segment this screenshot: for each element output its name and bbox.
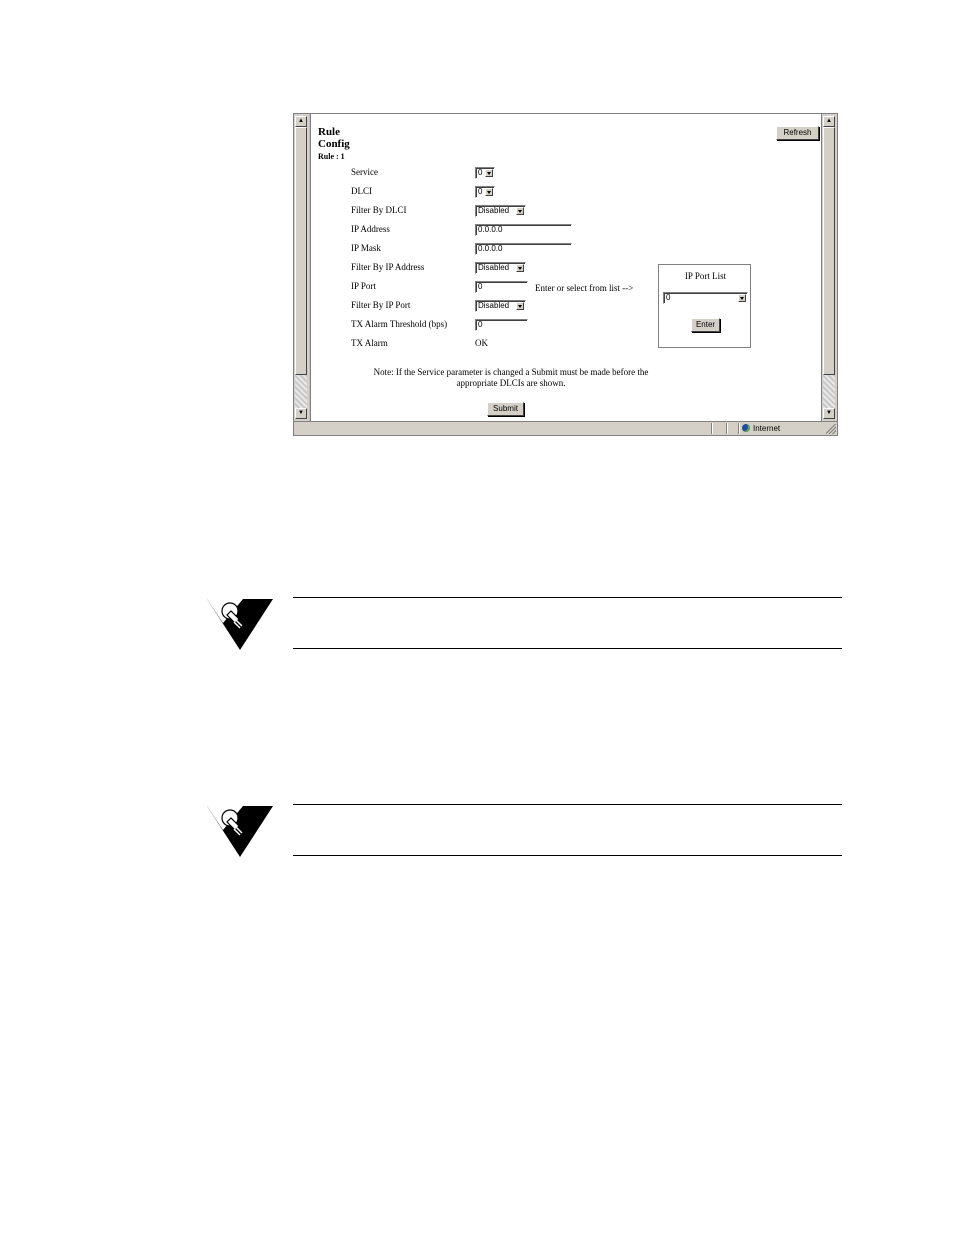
scroll-down-arrow-icon[interactable]: ▼ (295, 408, 307, 419)
dlci-select[interactable]: 0 (475, 186, 495, 198)
dlci-label: DLCI (351, 186, 372, 196)
scroll-thumb[interactable] (823, 127, 835, 375)
divider-line (293, 597, 842, 598)
filter-ip-port-value: Disabled (478, 301, 510, 310)
filter-ip-port-label: Filter By IP Port (351, 300, 411, 310)
tx-alarm-label: TX Alarm (351, 338, 388, 348)
status-divider (726, 423, 727, 434)
ip-port-list-select[interactable]: 0 (663, 292, 748, 304)
title-line: Config (318, 138, 350, 150)
filter-ip-port-select[interactable]: Disabled (475, 300, 526, 312)
divider-line (293, 804, 842, 805)
chevron-down-icon[interactable] (516, 207, 524, 215)
chevron-down-icon[interactable] (485, 169, 493, 177)
chevron-down-icon[interactable] (738, 294, 746, 302)
rule-id-label: Rule : 1 (318, 152, 345, 161)
service-label: Service (351, 167, 378, 177)
page-title: Rule Config (318, 126, 350, 150)
chevron-down-icon[interactable] (485, 188, 493, 196)
ip-mask-input[interactable]: 0.0.0.0 (475, 243, 572, 255)
status-bar: Internet (294, 421, 837, 435)
scroll-up-arrow-icon[interactable]: ▲ (823, 116, 835, 127)
scroll-track[interactable] (823, 375, 835, 408)
refresh-button[interactable]: Refresh (776, 126, 819, 140)
note-line: Note: If the Service parameter is change… (373, 367, 649, 377)
tx-threshold-label: TX Alarm Threshold (bps) (351, 319, 448, 329)
zone-label: Internet (753, 424, 781, 433)
lightbulb-icon (207, 806, 273, 857)
right-scrollbar[interactable]: ▲ ▼ (822, 114, 837, 421)
page-content: Rule Config Rule : 1 Refresh Service 0 D… (310, 114, 822, 421)
ip-address-label: IP Address (351, 224, 390, 234)
ip-port-list-value: 0 (666, 293, 671, 302)
ip-port-list-title: IP Port List (684, 271, 727, 281)
status-divider (738, 423, 739, 434)
filter-dlci-value: Disabled (478, 206, 510, 215)
ip-address-input[interactable]: 0.0.0.0 (475, 224, 572, 236)
ip-port-input[interactable]: 0 (475, 281, 528, 293)
filter-ip-address-label: Filter By IP Address (351, 262, 425, 272)
enter-button[interactable]: Enter (691, 318, 720, 332)
service-value: 0 (478, 168, 483, 177)
title-line: Rule (318, 126, 340, 138)
browser-window: ▲ ▼ Rule Config Rule : 1 Refresh Service… (293, 113, 838, 436)
ip-port-hint: Enter or select from list --> (535, 283, 634, 293)
scroll-track[interactable] (295, 375, 307, 408)
filter-dlci-select[interactable]: Disabled (475, 205, 526, 217)
filter-ip-address-select[interactable]: Disabled (475, 262, 526, 274)
ip-port-label: IP Port (351, 281, 376, 291)
scroll-up-arrow-icon[interactable]: ▲ (295, 116, 307, 127)
service-select[interactable]: 0 (475, 167, 495, 179)
scroll-thumb[interactable] (295, 127, 307, 375)
filter-ip-address-value: Disabled (478, 263, 510, 272)
submit-button[interactable]: Submit (487, 402, 524, 416)
tx-alarm-value: OK (475, 338, 488, 348)
ip-port-list-panel: IP Port List 0 Enter (658, 264, 751, 348)
scroll-down-arrow-icon[interactable]: ▼ (823, 408, 835, 419)
divider-line (293, 855, 842, 856)
resize-grip-icon[interactable] (826, 424, 836, 434)
service-note: Note: If the Service parameter is change… (331, 367, 691, 389)
dlci-value: 0 (478, 187, 483, 196)
tx-threshold-input[interactable]: 0 (475, 319, 528, 331)
globe-icon (742, 424, 750, 432)
ip-mask-label: IP Mask (351, 243, 381, 253)
note-line: appropriate DLCIs are shown. (456, 378, 566, 388)
security-zone: Internet (742, 423, 780, 434)
filter-dlci-label: Filter By DLCI (351, 205, 407, 215)
status-divider (711, 423, 712, 434)
divider-line (293, 648, 842, 649)
chevron-down-icon[interactable] (516, 302, 524, 310)
lightbulb-icon (207, 599, 273, 650)
left-scrollbar[interactable]: ▲ ▼ (294, 114, 309, 421)
chevron-down-icon[interactable] (516, 264, 524, 272)
